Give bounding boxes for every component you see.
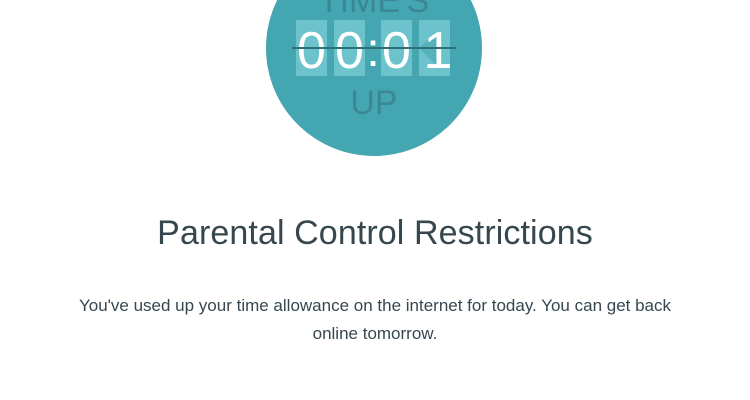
page-title: Parental Control Restrictions xyxy=(157,214,593,252)
digit-3: 0 xyxy=(382,22,411,80)
up-text: UP xyxy=(350,84,397,122)
clock-separator: : xyxy=(366,24,379,77)
times-up-clock-illustration: TIME'S 0 0 : 0 1 UP xyxy=(266,0,482,156)
digit-1: 0 xyxy=(297,22,326,80)
restriction-page: TIME'S 0 0 : 0 1 UP Parental Control Res… xyxy=(0,0,750,400)
digit-4: 1 xyxy=(424,22,453,80)
times-text: TIME'S xyxy=(319,0,429,20)
times-up-clock-icon: TIME'S 0 0 : 0 1 UP xyxy=(266,0,482,156)
digit-2: 0 xyxy=(335,22,364,80)
restriction-message: You've used up your time allowance on th… xyxy=(78,296,672,343)
